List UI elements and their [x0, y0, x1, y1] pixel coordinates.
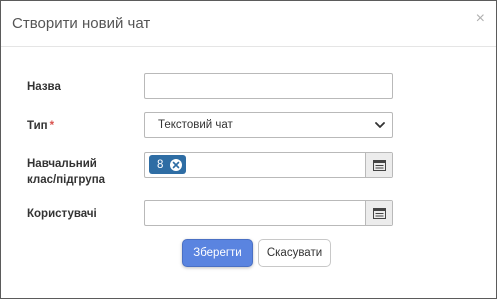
dialog-title: Створити новий чат: [12, 15, 151, 32]
group-tag-label: 8: [157, 158, 164, 171]
type-label: Тип *: [27, 118, 54, 134]
remove-tag-icon: [173, 161, 180, 168]
list-icon: [372, 159, 386, 171]
type-label-text: Тип: [27, 120, 48, 132]
users-lookup-button[interactable]: [365, 201, 392, 225]
group-tag: 8: [149, 155, 187, 174]
x-circle-icon[interactable]: [170, 158, 183, 171]
list-icon: [372, 207, 386, 219]
group-label-line1: Навчальний: [27, 158, 97, 170]
name-input[interactable]: [144, 73, 393, 99]
chevron-down-icon: [375, 122, 385, 128]
create-chat-dialog: Створити новий чат × Назва Тип * Текстови…: [0, 0, 497, 299]
type-select[interactable]: Текстовий чат: [144, 112, 393, 138]
name-label: Назва: [27, 81, 61, 93]
cancel-button[interactable]: Скасувати: [258, 239, 331, 267]
group-label-line2: клас/підгрупа: [27, 174, 106, 186]
dialog-header: Створити новий чат ×: [1, 1, 496, 47]
users-label: Користувачі: [27, 208, 97, 220]
group-lookup-button[interactable]: [365, 153, 392, 177]
required-mark: *: [49, 120, 55, 132]
group-label: Навчальний клас/підгрупа: [27, 156, 105, 188]
save-button[interactable]: Зберегти: [182, 239, 253, 267]
users-picker[interactable]: [144, 200, 393, 226]
close-icon[interactable]: ×: [476, 11, 485, 27]
group-picker[interactable]: 8: [144, 152, 393, 178]
type-select-value: Текстовий чат: [158, 119, 233, 131]
